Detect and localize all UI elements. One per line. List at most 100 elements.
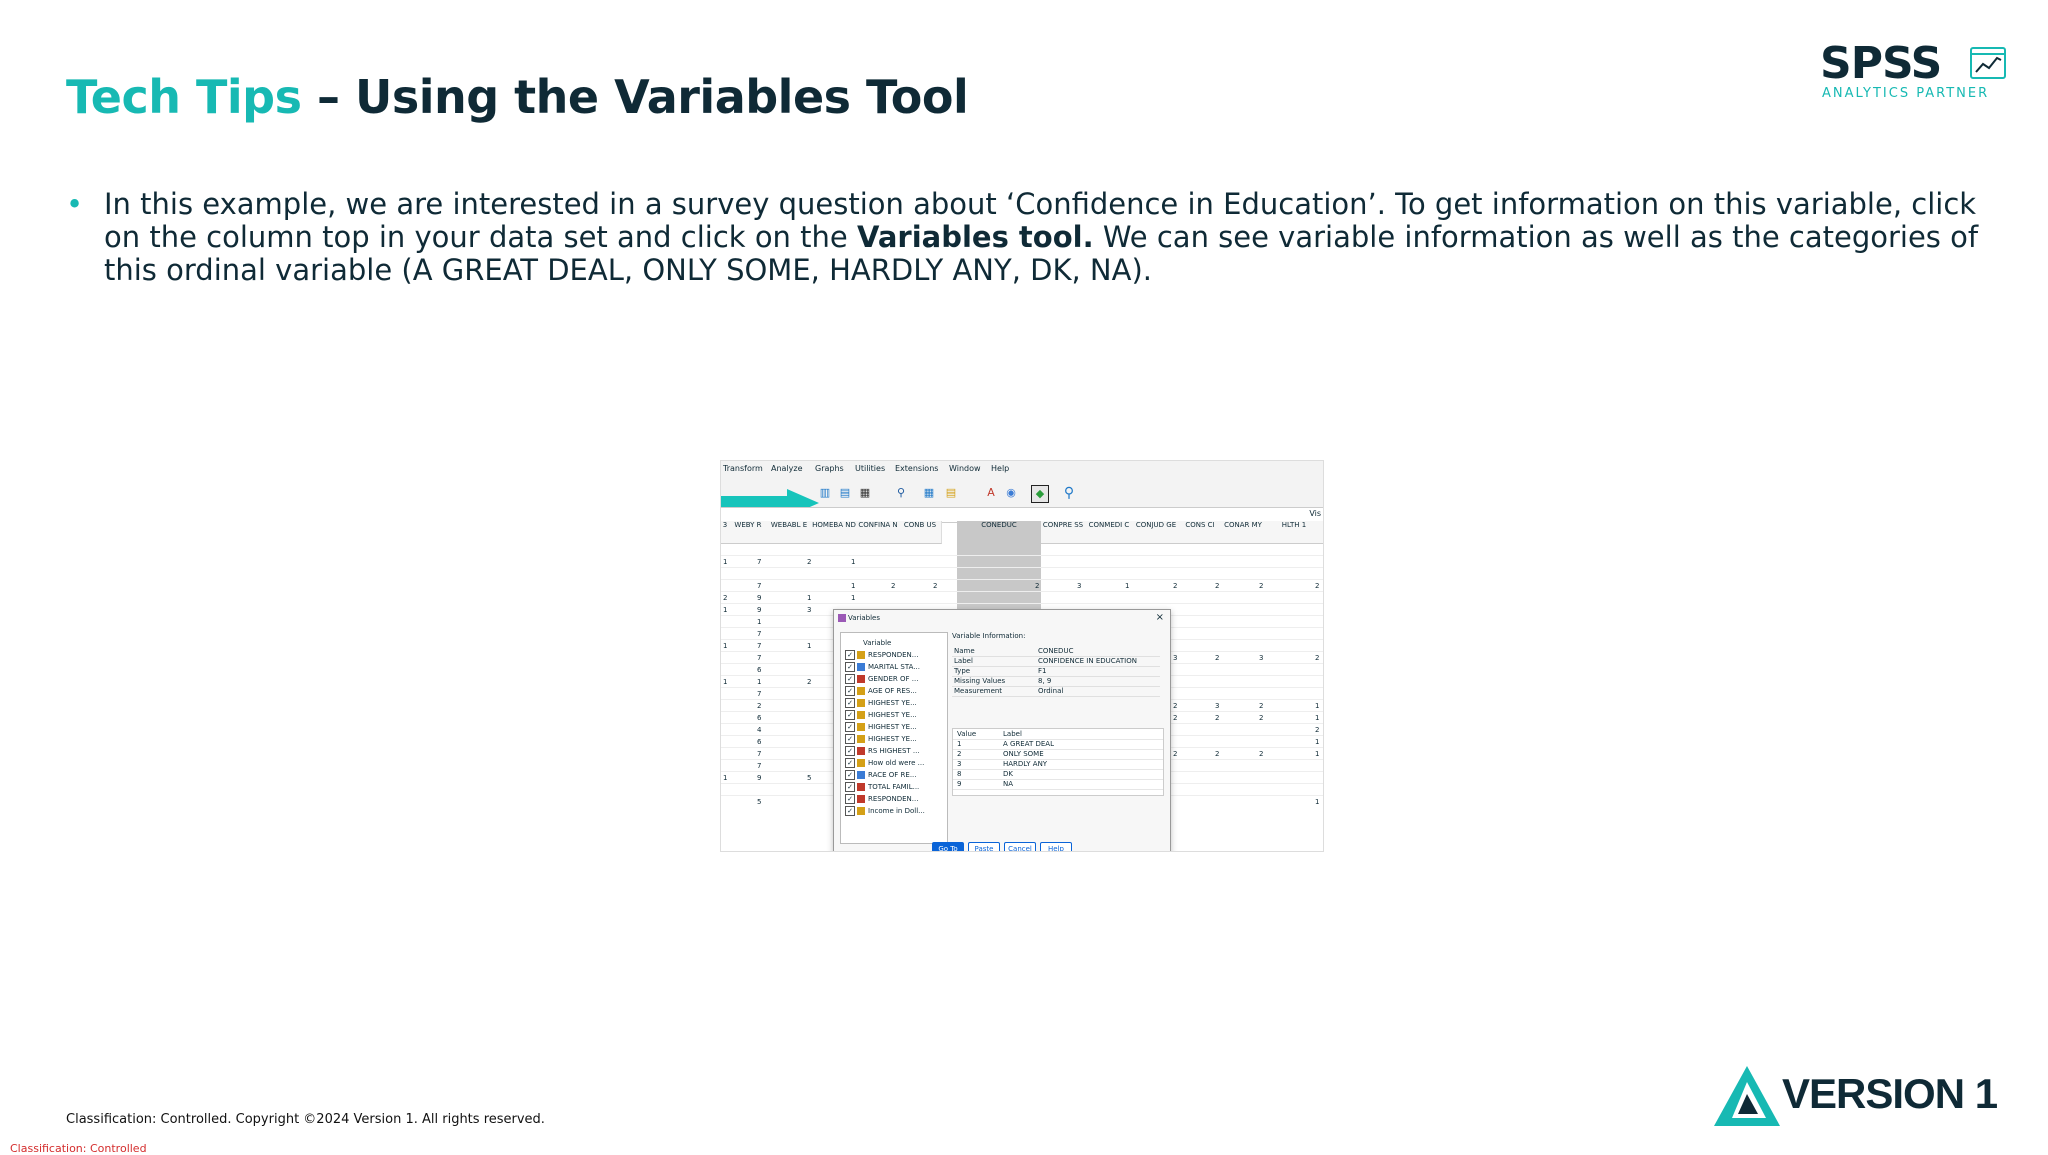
variable-list-item[interactable]: ✓ RESPONDEN...: [845, 793, 918, 805]
grid-cell[interactable]: 2: [1315, 726, 1319, 734]
grid-cell[interactable]: 7: [757, 630, 761, 638]
grid-cell[interactable]: 1: [723, 642, 727, 650]
sheet-icon[interactable]: ▤: [943, 485, 959, 501]
column-header-weby[interactable]: WEBY R: [729, 521, 768, 544]
grid-cell[interactable]: 2: [723, 594, 727, 602]
grid-cell[interactable]: 7: [757, 762, 761, 770]
variable-list-item[interactable]: ✓ Income in Doll...: [845, 805, 925, 817]
grid-cell[interactable]: 7: [757, 642, 761, 650]
grid-cell[interactable]: 5: [757, 798, 761, 806]
variable-list-item[interactable]: ✓ HIGHEST YE...: [845, 721, 917, 733]
grid-cell[interactable]: 2: [933, 582, 937, 590]
grid-cell[interactable]: 1: [1315, 750, 1319, 758]
column-header-conjudge[interactable]: CONJUD GE: [1133, 521, 1180, 544]
grid-cell[interactable]: 1: [723, 558, 727, 566]
grid-cell[interactable]: 6: [757, 666, 761, 674]
variable-list-item[interactable]: ✓ AGE OF RES...: [845, 685, 917, 697]
checkbox-icon[interactable]: ✓: [845, 770, 855, 780]
grid-cell[interactable]: 4: [757, 726, 761, 734]
grid-icon[interactable]: ▦: [921, 485, 937, 501]
grid-cell[interactable]: 3: [1259, 654, 1263, 662]
menu-analyze[interactable]: Analyze: [771, 461, 803, 477]
grid-cell[interactable]: 2: [1315, 654, 1319, 662]
column-header-homeband[interactable]: HOMEBA ND: [811, 521, 858, 544]
variable-list-item[interactable]: ✓ How old were ...: [845, 757, 924, 769]
column-header-conbus[interactable]: CONB US: [899, 521, 942, 544]
checkbox-icon[interactable]: ✓: [845, 686, 855, 696]
grid-cell[interactable]: 3: [1077, 582, 1081, 590]
menu-utilities[interactable]: Utilities: [855, 461, 885, 477]
variable-list-item[interactable]: ✓ RESPONDEN...: [845, 649, 918, 661]
grid-cell[interactable]: 2: [1259, 750, 1263, 758]
checkbox-icon[interactable]: ✓: [845, 698, 855, 708]
checkbox-icon[interactable]: ✓: [845, 650, 855, 660]
value-labels-icon[interactable]: A: [983, 485, 999, 501]
paste-button[interactable]: Paste: [968, 842, 1000, 851]
checkbox-icon[interactable]: ✓: [845, 734, 855, 744]
grid-cell[interactable]: 9: [757, 594, 761, 602]
variable-list-item[interactable]: ✓ HIGHEST YE...: [845, 697, 917, 709]
grid-cell[interactable]: 6: [757, 738, 761, 746]
cancel-button[interactable]: Cancel: [1004, 842, 1036, 851]
grid-cell[interactable]: 1: [1125, 582, 1129, 590]
grid-cell[interactable]: 2: [807, 558, 811, 566]
grid-cell[interactable]: 3: [1173, 654, 1177, 662]
grid-cell[interactable]: 1: [723, 678, 727, 686]
grid-cell[interactable]: 1: [807, 642, 811, 650]
variable-list-item[interactable]: ✓ GENDER OF ...: [845, 673, 918, 685]
grid-cell[interactable]: 9: [757, 774, 761, 782]
checkbox-icon[interactable]: ✓: [845, 662, 855, 672]
grid-cell[interactable]: 1: [757, 678, 761, 686]
grid-cell[interactable]: 1: [723, 774, 727, 782]
column-header-conarmy[interactable]: CONAR MY: [1221, 521, 1266, 544]
grid-cell[interactable]: 2: [1215, 654, 1219, 662]
checkbox-icon[interactable]: ✓: [845, 806, 855, 816]
grid-cell[interactable]: 2: [1215, 582, 1219, 590]
column-header-coneduc[interactable]: CONEDUC: [957, 521, 1042, 544]
checkbox-icon[interactable]: ✓: [845, 674, 855, 684]
variable-list-item[interactable]: ✓ RACE OF RE...: [845, 769, 917, 781]
grid-cell[interactable]: 1: [1315, 714, 1319, 722]
variable-list-item[interactable]: ✓ TOTAL FAMIL...: [845, 781, 919, 793]
grid-cell[interactable]: 2: [757, 702, 761, 710]
variable-list-item[interactable]: ✓ HIGHEST YE...: [845, 733, 917, 745]
menu-graphs[interactable]: Graphs: [815, 461, 844, 477]
grid-cell[interactable]: 2: [1173, 714, 1177, 722]
grid-cell[interactable]: 2: [1259, 702, 1263, 710]
menu-transform[interactable]: Transform: [723, 461, 763, 477]
checkbox-icon[interactable]: ✓: [845, 794, 855, 804]
grid-cell[interactable]: 7: [757, 750, 761, 758]
grid-cell[interactable]: 5: [807, 774, 811, 782]
grid-cell[interactable]: 2: [1173, 750, 1177, 758]
grid-cell[interactable]: 3: [807, 606, 811, 614]
grid-cell[interactable]: 1: [1315, 702, 1319, 710]
menu-extensions[interactable]: Extensions: [895, 461, 938, 477]
grid-cell[interactable]: 2: [1259, 714, 1263, 722]
grid-cell[interactable]: 1: [1315, 798, 1319, 806]
variables-tool-icon[interactable]: ◆: [1031, 485, 1049, 503]
grid-cell[interactable]: 1: [851, 558, 855, 566]
column-header-hlth1[interactable]: HLTH 1: [1265, 521, 1323, 544]
grid-cell[interactable]: 2: [1035, 582, 1039, 590]
grid-cell[interactable]: 2: [1215, 714, 1219, 722]
circles-icon[interactable]: ◉: [1003, 485, 1019, 501]
grid-cell[interactable]: 2: [1173, 582, 1177, 590]
variable-list-item[interactable]: ✓ HIGHEST YE...: [845, 709, 917, 721]
grid-cell[interactable]: 1: [1315, 738, 1319, 746]
close-icon[interactable]: ×: [1156, 612, 1164, 623]
variable-view-icon[interactable]: ▤: [837, 485, 853, 501]
grid-cell[interactable]: 7: [757, 582, 761, 590]
search-icon[interactable]: ⚲: [1061, 485, 1077, 501]
grid-cell[interactable]: 6: [757, 714, 761, 722]
menu-window[interactable]: Window: [949, 461, 981, 477]
grid-cell[interactable]: 7: [757, 654, 761, 662]
checkbox-icon[interactable]: ✓: [845, 782, 855, 792]
grid-cell[interactable]: 2: [1173, 702, 1177, 710]
binoculars-icon[interactable]: ⚲: [893, 485, 909, 501]
grid-cell[interactable]: 1: [757, 618, 761, 626]
grid-cell[interactable]: 7: [757, 558, 761, 566]
grid-cell[interactable]: 1: [851, 594, 855, 602]
column-header-conmedic[interactable]: CONMEDI C: [1085, 521, 1134, 544]
go-to-button[interactable]: Go To: [932, 842, 964, 851]
grid-cell[interactable]: 2: [1215, 750, 1219, 758]
